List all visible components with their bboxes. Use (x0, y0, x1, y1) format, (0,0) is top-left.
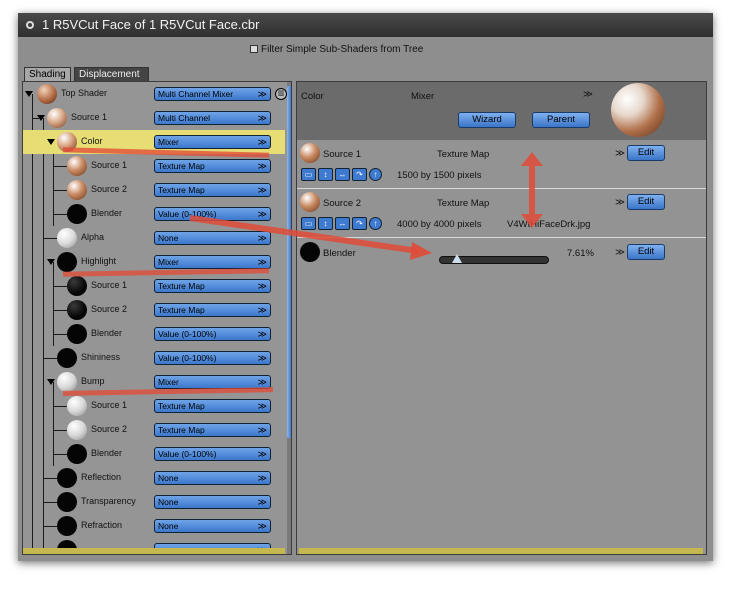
shader-editor-window: 1 R5VCut Face of 1 R5VCut Face.cbr Filte… (18, 13, 713, 561)
annotation-diagonal-arrow (189, 215, 432, 260)
